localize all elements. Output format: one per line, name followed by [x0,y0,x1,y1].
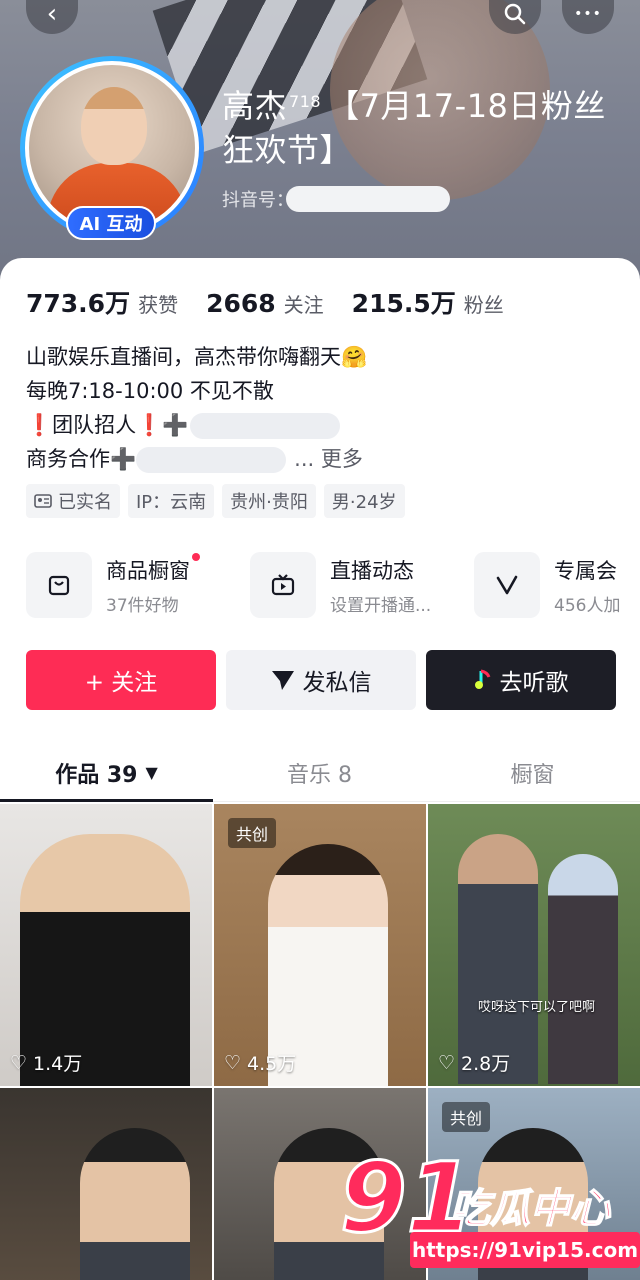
video-likes: ♡ 2.8万 [438,1051,511,1076]
more-button[interactable]: ••• [562,0,614,34]
watermark-text: 吃瓜中心 [449,1185,611,1233]
bio-more-link[interactable]: ... 更多 [294,447,363,471]
bio-line-3: ❗团队招人❗➕ [26,408,626,442]
caret-down-icon: ▼ [145,763,158,782]
music-note-icon [474,669,490,689]
content-tabs: 作品 39 ▼ 音乐 8 橱窗 [0,744,640,802]
stats-row: 773.6万 获赞 2668 关注 215.5万 粉丝 [26,284,504,320]
stat-followers[interactable]: 215.5万 粉丝 [352,284,504,320]
bio-redaction [136,447,287,473]
back-button[interactable]: ‹ [26,0,78,34]
id-card-icon [34,494,52,508]
video-thumbnail[interactable]: 共创 ♡ 4.5万 [214,804,426,1086]
heart-icon: ♡ [224,1051,242,1074]
bio-redaction [190,413,341,439]
video-likes: ♡ 1.4万 [10,1051,83,1076]
bio: 山歌娱乐直播间，高杰带你嗨翻天🤗 每晚7:18-10:00 不见不散 ❗团队招人… [26,340,626,476]
video-thumbnail[interactable]: 哎呀这下可以了吧啊 ♡ 2.8万 [428,804,640,1086]
tag-verified: 已实名 [26,484,120,518]
stat-likes[interactable]: 773.6万 获赞 [26,284,178,320]
bio-line-2: 每晚7:18-10:00 不见不散 [26,379,274,403]
v-icon [496,575,518,595]
profile-tags: 已实名 IP：云南 贵州·贵阳 男·24岁 [26,484,405,518]
tab-music[interactable]: 音乐 8 [213,744,426,801]
tag-gender-age: 男·24岁 [323,484,405,518]
more-icon: ••• [574,6,602,22]
action-buttons: + 关注 发私信 去听歌 [26,650,616,710]
follow-button[interactable]: + 关注 [26,650,216,710]
video-thumbnail[interactable] [0,1088,212,1280]
bio-line-1: 山歌娱乐直播间，高杰带你嗨翻天🤗 [26,345,368,369]
profile-card: 773.6万 获赞 2668 关注 215.5万 粉丝 山歌娱乐直播间，高杰带你… [0,258,640,1280]
tag-location: 贵州·贵阳 [222,484,316,518]
video-thumbnail[interactable]: ♡ 1.4万 [0,804,212,1086]
back-icon: ‹ [46,0,58,29]
heart-icon: ♡ [438,1051,456,1074]
bio-line-4[interactable]: 商务合作➕... 更多 [26,442,626,476]
nickname: 高杰 718 【7月17-18日粉丝狂欢节】 [222,87,606,169]
profile-banner: ‹ ••• AI 互动 高杰 718 【7月17-18日粉丝狂欢节】 抖音号： [0,0,640,300]
co-creation-badge: 共创 [228,818,277,848]
tv-icon [271,574,295,596]
ai-interact-badge[interactable]: AI 互动 [66,206,156,240]
feature-live-updates[interactable]: 直播动态 设置开播通... [250,552,440,618]
feature-row: 商品橱窗 37件好物 直播动态 设置开播通... 专属会 456人加 [26,552,640,618]
douyin-id-label: 抖音号： [222,190,294,211]
site-watermark: 91 吃瓜中心 https://91vip15.com [339,1147,640,1278]
watermark-url: https://91vip15.com [410,1232,640,1268]
stat-following[interactable]: 2668 关注 [206,289,324,318]
tag-ip: IP：云南 [128,484,215,518]
heart-icon: ♡ [10,1051,28,1074]
message-button[interactable]: 发私信 [226,650,416,710]
notification-dot [192,552,200,561]
video-likes: ♡ 4.5万 [224,1051,297,1076]
tab-works[interactable]: 作品 39 ▼ [0,744,213,802]
video-subtitle: 哎呀这下可以了吧啊 [478,1000,596,1015]
tab-showcase[interactable]: 橱窗 [426,744,639,801]
send-icon [271,671,294,690]
bag-icon [48,575,70,596]
co-creation-badge: 共创 [442,1102,491,1132]
feature-shop-window[interactable]: 商品橱窗 37件好物 [26,552,216,618]
douyin-id-redaction [286,186,450,212]
listen-button[interactable]: 去听歌 [426,650,616,710]
search-icon [504,3,526,25]
feature-exclusive-club[interactable]: 专属会 456人加 [474,552,640,618]
